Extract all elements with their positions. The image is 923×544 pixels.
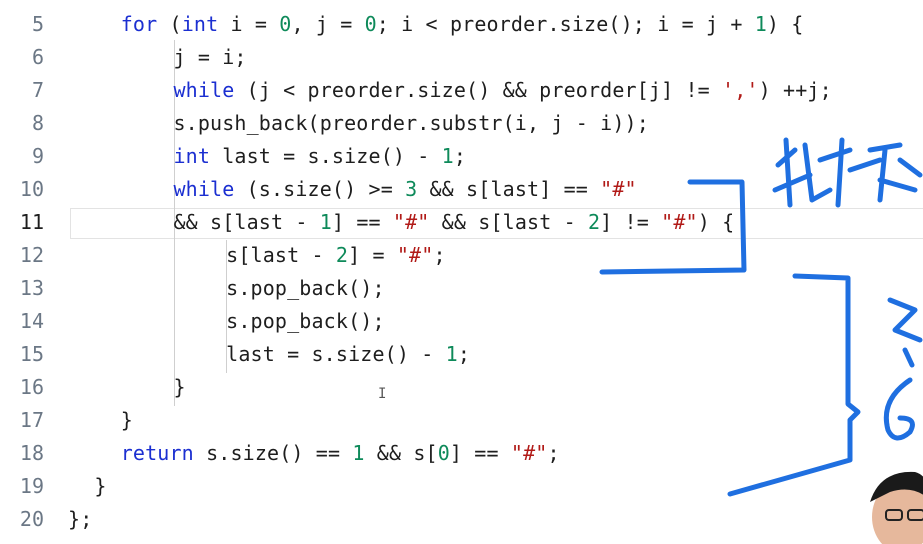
annotation-handwriting-2 <box>887 297 923 368</box>
presenter-video-avatar <box>860 462 923 544</box>
annotation-handwriting-3 <box>883 377 915 441</box>
annotation-bracket-right <box>727 273 861 497</box>
annotation-bracket-top <box>599 179 747 275</box>
handwritten-annotation <box>599 137 923 497</box>
code-editor[interactable]: 5 for (int i = 0, j = 0; i < preorder.siz… <box>0 0 923 544</box>
annotation-handwriting-1 <box>772 137 923 208</box>
